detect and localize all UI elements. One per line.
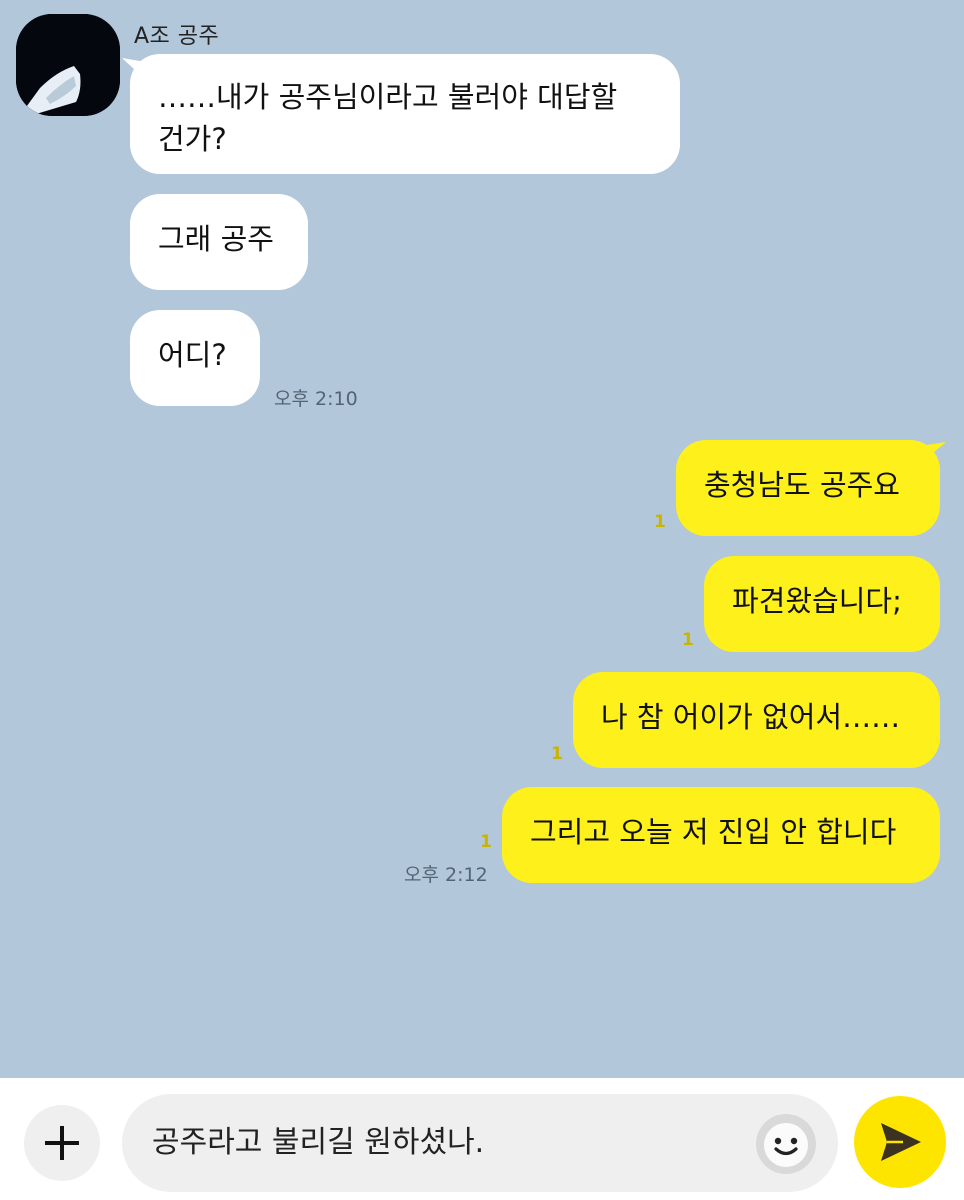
- unread-count: 1: [480, 832, 492, 852]
- unread-count: 1: [551, 744, 563, 764]
- message-text: ……내가 공주님이라고 불러야 대답할 건가?: [158, 80, 618, 156]
- incoming-message[interactable]: 그래 공주: [130, 194, 308, 290]
- message-input-bar: 공주라고 불리길 원하셨나.: [0, 1078, 964, 1200]
- message-timestamp: 오후 2:10: [274, 388, 358, 410]
- profile-image: [16, 14, 120, 116]
- chat-message-area[interactable]: A조 공주 ……내가 공주님이라고 불러야 대답할 건가? 그래 공주 어디? …: [0, 0, 964, 1078]
- message-draft-text: 공주라고 불리길 원하셨나.: [152, 1125, 485, 1160]
- message-input[interactable]: 공주라고 불리길 원하셨나.: [122, 1094, 838, 1192]
- sender-avatar[interactable]: [16, 14, 120, 116]
- message-text: 그리고 오늘 저 진입 안 합니다: [530, 815, 897, 849]
- incoming-message[interactable]: ……내가 공주님이라고 불러야 대답할 건가?: [130, 54, 680, 174]
- outgoing-message[interactable]: 나 참 어이가 없어서……: [573, 672, 940, 768]
- message-text: 파견왔습니다;: [732, 584, 902, 618]
- send-arrow-icon: [881, 1123, 921, 1161]
- smile-icon: [756, 1114, 816, 1174]
- message-text: 그래 공주: [158, 222, 274, 256]
- message-text: 어디?: [158, 338, 227, 372]
- outgoing-message[interactable]: 충청남도 공주요: [676, 440, 940, 536]
- outgoing-message[interactable]: 파견왔습니다;: [704, 556, 940, 652]
- unread-count: 1: [654, 512, 666, 532]
- message-timestamp: 오후 2:12: [404, 864, 488, 886]
- message-text: 나 참 어이가 없어서……: [601, 700, 901, 734]
- unread-count: 1: [682, 630, 694, 650]
- incoming-message[interactable]: 어디?: [130, 310, 260, 406]
- attach-button[interactable]: [24, 1105, 100, 1181]
- sender-name: A조 공주: [134, 24, 220, 49]
- plus-icon: [45, 1126, 79, 1160]
- send-button[interactable]: [854, 1096, 946, 1188]
- message-text: 충청남도 공주요: [704, 468, 900, 502]
- outgoing-message[interactable]: 그리고 오늘 저 진입 안 합니다: [502, 787, 940, 883]
- emoji-button[interactable]: [756, 1114, 816, 1174]
